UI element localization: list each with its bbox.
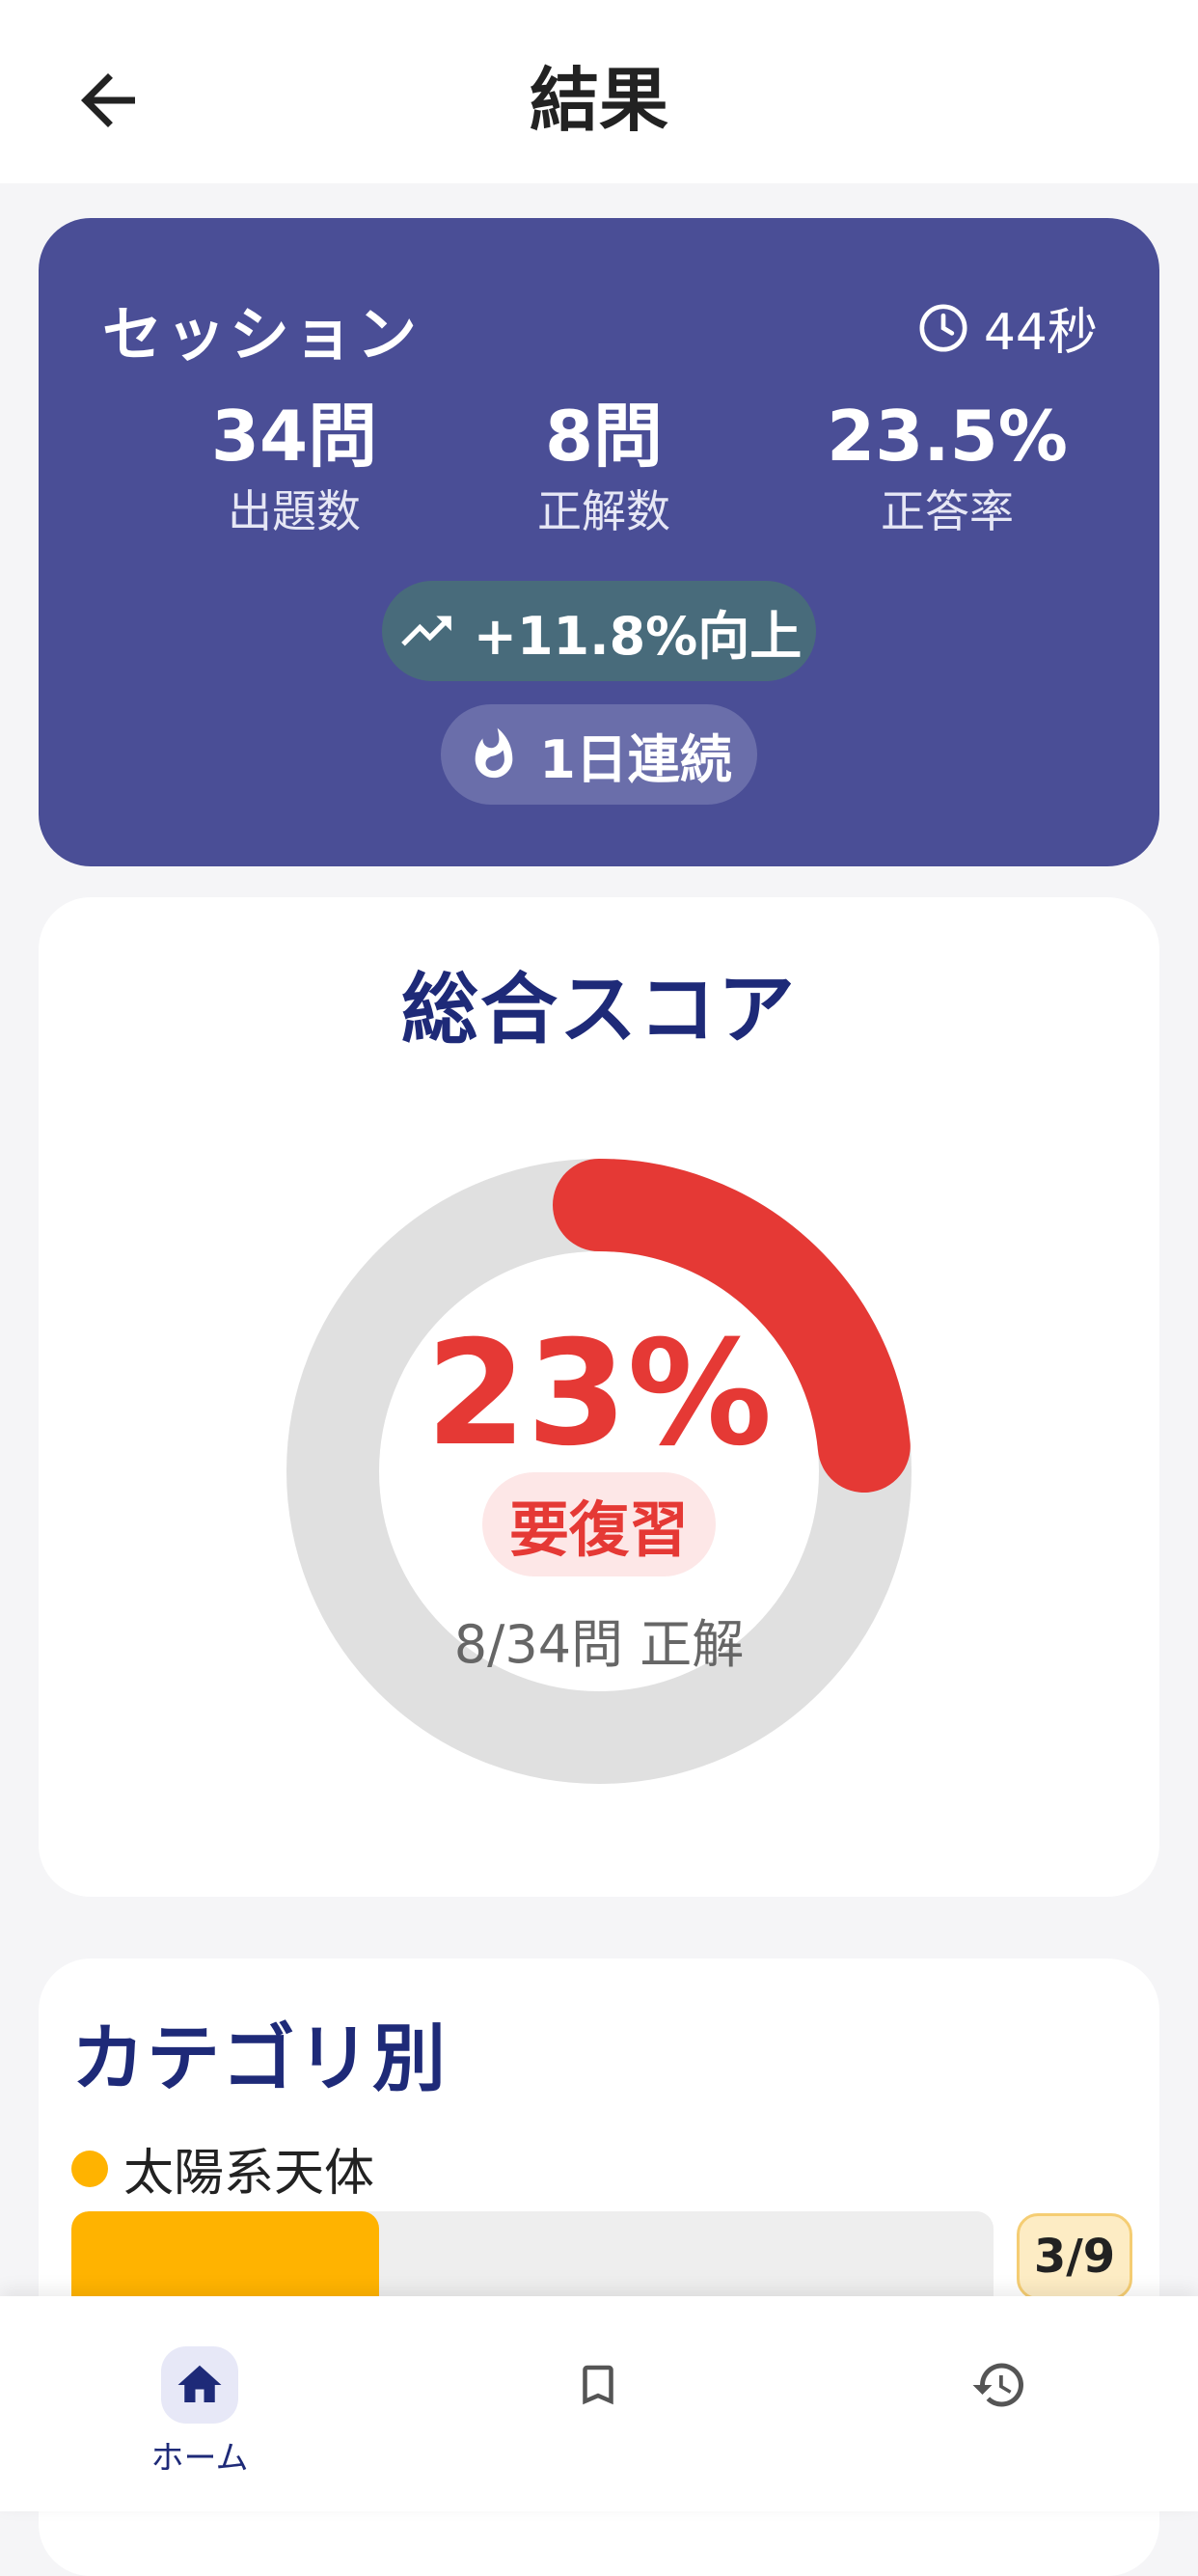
nav-history[interactable]: [922, 2346, 1076, 2424]
nav-home-label: ホーム: [150, 2439, 249, 2478]
nav-bookmark-wrap: [559, 2346, 637, 2424]
streak-text: 1日連続: [539, 728, 732, 790]
home-icon: [177, 2365, 222, 2402]
stat-label: 出題数: [228, 485, 361, 537]
score-percent: 23%: [425, 1310, 773, 1478]
category-item-label: 太陽系天体: [71, 2132, 374, 2205]
stat-accuracy: 23.5% 正答率: [774, 392, 1121, 542]
stat-value: 8問: [544, 396, 664, 477]
nav-home-indicator: [161, 2346, 238, 2424]
improvement-text: +11.8%向上: [473, 605, 803, 667]
session-time: 44秒: [916, 291, 1098, 364]
category-name: 太陽系天体: [123, 2145, 375, 2203]
score-title: 総合スコア: [401, 965, 797, 1055]
improvement-badge: +11.8%向上: [382, 581, 816, 681]
session-time-value: 44秒: [983, 304, 1098, 362]
score-detail: 8/34問 正解: [453, 1614, 745, 1675]
session-title: セッション: [102, 299, 422, 370]
history-icon: [972, 2363, 1023, 2407]
stat-value: 34問: [210, 396, 378, 477]
stat-label: 正解数: [537, 485, 670, 537]
app-bar: 結果: [0, 0, 1198, 183]
streak-badge: 1日連続: [441, 704, 757, 805]
category-title: カテゴリ別: [71, 2015, 448, 2101]
flame-icon: [475, 727, 513, 779]
bottom-navigation: ホーム: [0, 2296, 1198, 2511]
category-color-dot: [71, 2150, 108, 2187]
nav-bookmarks[interactable]: [521, 2346, 675, 2424]
page-title: 結果: [529, 60, 668, 141]
session-card: セッション 44秒 34問 出題数 8問 正解数 23.5% 正答率 +11.8…: [39, 218, 1159, 866]
stat-correct: 8問 正解数: [430, 392, 777, 542]
stat-questions: 34問 出題数: [121, 392, 468, 542]
score-card: 総合スコア 23% 要復習 8/34問 正解: [39, 897, 1159, 1897]
score-status-badge: 要復習: [482, 1472, 716, 1576]
nav-home[interactable]: ホーム: [123, 2346, 277, 2479]
nav-history-wrap: [961, 2346, 1038, 2424]
stat-value: 23.5%: [827, 396, 1068, 477]
bookmark-icon: [583, 2365, 613, 2405]
stat-label: 正答率: [881, 485, 1014, 537]
clock-icon: [919, 304, 967, 351]
trending-up-icon: [400, 616, 451, 646]
category-count-badge: 3/9: [1017, 2213, 1132, 2300]
